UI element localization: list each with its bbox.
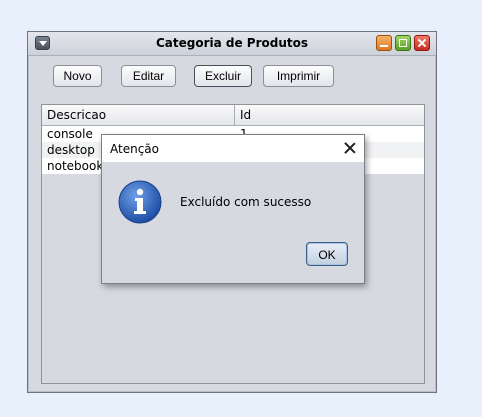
dialog-message: Excluído com sucesso: [180, 195, 312, 209]
minimize-button[interactable]: [376, 35, 392, 51]
message-dialog: Atenção Excluído com sucesso OK: [101, 134, 365, 284]
dialog-title-bar[interactable]: Atenção: [102, 135, 364, 162]
cell-descricao: desktop: [47, 143, 95, 157]
excluir-button[interactable]: Excluir: [194, 65, 252, 87]
maximize-button[interactable]: [395, 35, 411, 51]
dialog-title: Atenção: [110, 142, 159, 156]
table-header: Descricao Id: [42, 105, 424, 126]
info-icon: [118, 180, 162, 224]
close-button[interactable]: [414, 35, 430, 51]
cell-descricao: console: [47, 127, 93, 141]
column-header-id[interactable]: Id: [235, 105, 425, 125]
dialog-close-icon[interactable]: [342, 140, 358, 156]
window-title: Categoria de Produtos: [155, 36, 309, 50]
ok-button[interactable]: OK: [306, 242, 348, 266]
imprimir-button[interactable]: Imprimir: [263, 65, 334, 87]
title-bar[interactable]: Categoria de Produtos: [28, 32, 436, 56]
editar-button[interactable]: Editar: [121, 65, 176, 87]
novo-button[interactable]: Novo: [53, 65, 102, 87]
cell-descricao: notebook: [47, 159, 104, 173]
column-header-descricao[interactable]: Descricao: [42, 105, 235, 125]
